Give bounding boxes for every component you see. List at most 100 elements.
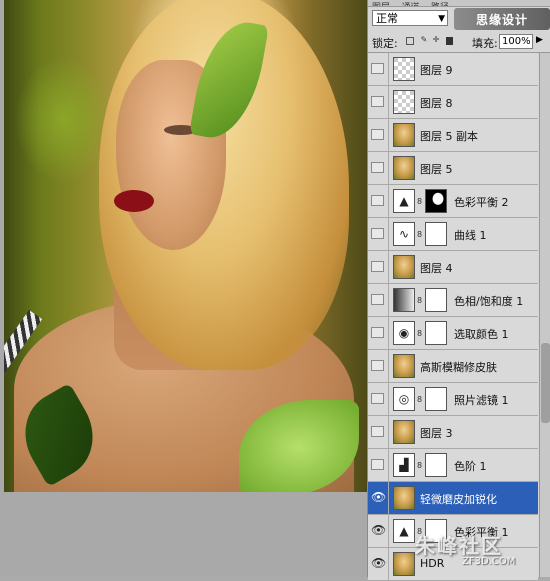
divider (388, 317, 389, 349)
blend-mode-select[interactable]: 正常 ▼ (372, 10, 448, 26)
layer-name: 曲线 1 (454, 229, 487, 242)
color-balance-icon: ▲ (393, 519, 415, 543)
divider (388, 53, 389, 85)
layer-thumbnail (393, 156, 415, 180)
layer-name: 图层 5 副本 (420, 130, 478, 143)
visibility-toggle[interactable] (371, 426, 384, 437)
photo-image[interactable] (4, 0, 367, 492)
hue-saturation-icon (393, 288, 415, 312)
visibility-toggle[interactable] (371, 228, 384, 239)
eye-icon[interactable]: 👁 (371, 557, 386, 569)
divider (388, 416, 389, 448)
layers-list: 图层 9 图层 8 图层 5 副本 图层 5 ▲ 8 色彩平衡 2 ∿ 8 曲线… (368, 53, 538, 581)
layer-mask-thumbnail (425, 222, 447, 246)
divider (388, 482, 389, 514)
link-icon: 8 (417, 197, 423, 206)
lock-move-icon[interactable]: ✛ (432, 36, 440, 45)
tab-layers[interactable]: 图层 (368, 4, 394, 7)
photo-lips (114, 190, 154, 212)
divider (388, 449, 389, 481)
eye-icon[interactable]: 👁 (371, 524, 386, 536)
layer-mask-thumbnail (425, 288, 447, 312)
blend-row: 正常 ▼ 思缘设计 (368, 8, 550, 30)
visibility-toggle[interactable] (371, 261, 384, 272)
divider (388, 251, 389, 283)
watermark-subtext: ZF3D.COM (462, 556, 516, 567)
visibility-toggle[interactable] (371, 459, 384, 470)
lock-all-icon[interactable] (446, 37, 453, 45)
layer-name: 轻微磨皮加锐化 (420, 493, 497, 506)
link-icon: 8 (417, 395, 423, 404)
layer-name: 图层 9 (420, 64, 453, 77)
fill-input[interactable]: 100% (499, 34, 533, 49)
blend-mode-value: 正常 (376, 12, 398, 25)
layer-row[interactable]: ∿ 8 曲线 1 (368, 218, 538, 251)
divider (388, 119, 389, 151)
scrollbar-thumb[interactable] (541, 343, 550, 423)
layer-row[interactable]: 高斯模糊修皮肤 (368, 350, 538, 383)
layer-row[interactable]: 图层 8 (368, 86, 538, 119)
tab-paths[interactable]: 路径 (427, 4, 453, 7)
layer-row[interactable]: 图层 3 (368, 416, 538, 449)
layer-mask-thumbnail (425, 387, 447, 411)
layer-name: 高斯模糊修皮肤 (420, 361, 497, 374)
layers-panel: 图层 通道 路径 正常 ▼ 思缘设计 锁定: ✎ ✛ 填充: 100% ▶ 图层… (367, 0, 550, 581)
layer-thumbnail (393, 255, 415, 279)
layer-row[interactable]: 图层 9 (368, 53, 538, 86)
layer-name: 色相/饱和度 1 (454, 295, 524, 308)
visibility-toggle[interactable] (371, 96, 384, 107)
divider (388, 152, 389, 184)
lock-row: 锁定: ✎ ✛ 填充: 100% ▶ (368, 32, 550, 53)
visibility-toggle[interactable] (371, 129, 384, 140)
divider (388, 383, 389, 415)
document-canvas-area[interactable] (0, 0, 367, 577)
layer-row[interactable]: 图层 5 副本 (368, 119, 538, 152)
lock-brush-icon[interactable]: ✎ (420, 36, 428, 45)
photo-filter-icon: ◎ (393, 387, 415, 411)
site-logo: 思缘设计 (454, 8, 550, 30)
layer-mask-thumbnail (425, 453, 447, 477)
levels-icon: ▟ (393, 453, 415, 477)
visibility-toggle[interactable] (371, 360, 384, 371)
fill-arrow-icon[interactable]: ▶ (536, 35, 543, 45)
eye-icon[interactable]: 👁 (371, 491, 386, 503)
visibility-toggle[interactable] (371, 162, 384, 173)
layer-name: 照片滤镜 1 (454, 394, 509, 407)
layers-scrollbar[interactable] (539, 53, 550, 577)
lock-transparency-icon[interactable] (406, 37, 414, 45)
divider (388, 185, 389, 217)
layer-thumbnail (393, 354, 415, 378)
layer-row[interactable]: ▲ 8 色彩平衡 2 (368, 185, 538, 218)
layer-thumbnail (393, 420, 415, 444)
link-icon: 8 (417, 296, 423, 305)
visibility-toggle[interactable] (371, 294, 384, 305)
watermark-text: 朱峰社区 (415, 534, 503, 558)
link-icon: 8 (417, 329, 423, 338)
fill-label: 填充: (472, 37, 498, 50)
layer-name: 图层 3 (420, 427, 453, 440)
layer-thumbnail (393, 90, 415, 114)
layer-row[interactable]: 图层 5 (368, 152, 538, 185)
chevron-down-icon: ▼ (438, 14, 445, 24)
selective-color-icon: ◉ (393, 321, 415, 345)
layer-row[interactable]: 图层 4 (368, 251, 538, 284)
layer-row[interactable]: ◎ 8 照片滤镜 1 (368, 383, 538, 416)
layer-row[interactable]: 8 色相/饱和度 1 (368, 284, 538, 317)
link-icon: 8 (417, 230, 423, 239)
tab-channels[interactable]: 通道 (398, 4, 424, 7)
layer-mask-thumbnail (425, 321, 447, 345)
layer-name: 色阶 1 (454, 460, 487, 473)
layer-row[interactable]: ▟ 8 色阶 1 (368, 449, 538, 482)
visibility-toggle[interactable] (371, 63, 384, 74)
layer-thumbnail (393, 552, 415, 576)
panel-tabs: 图层 通道 路径 (368, 0, 550, 7)
divider (388, 350, 389, 382)
visibility-toggle[interactable] (371, 393, 384, 404)
visibility-toggle[interactable] (371, 195, 384, 206)
layer-thumbnail (393, 123, 415, 147)
layer-row[interactable]: ◉ 8 选取颜色 1 (368, 317, 538, 350)
layer-row-selected[interactable]: 👁 轻微磨皮加锐化 (368, 482, 538, 515)
layer-name: 图层 5 (420, 163, 453, 176)
divider (388, 284, 389, 316)
visibility-toggle[interactable] (371, 327, 384, 338)
